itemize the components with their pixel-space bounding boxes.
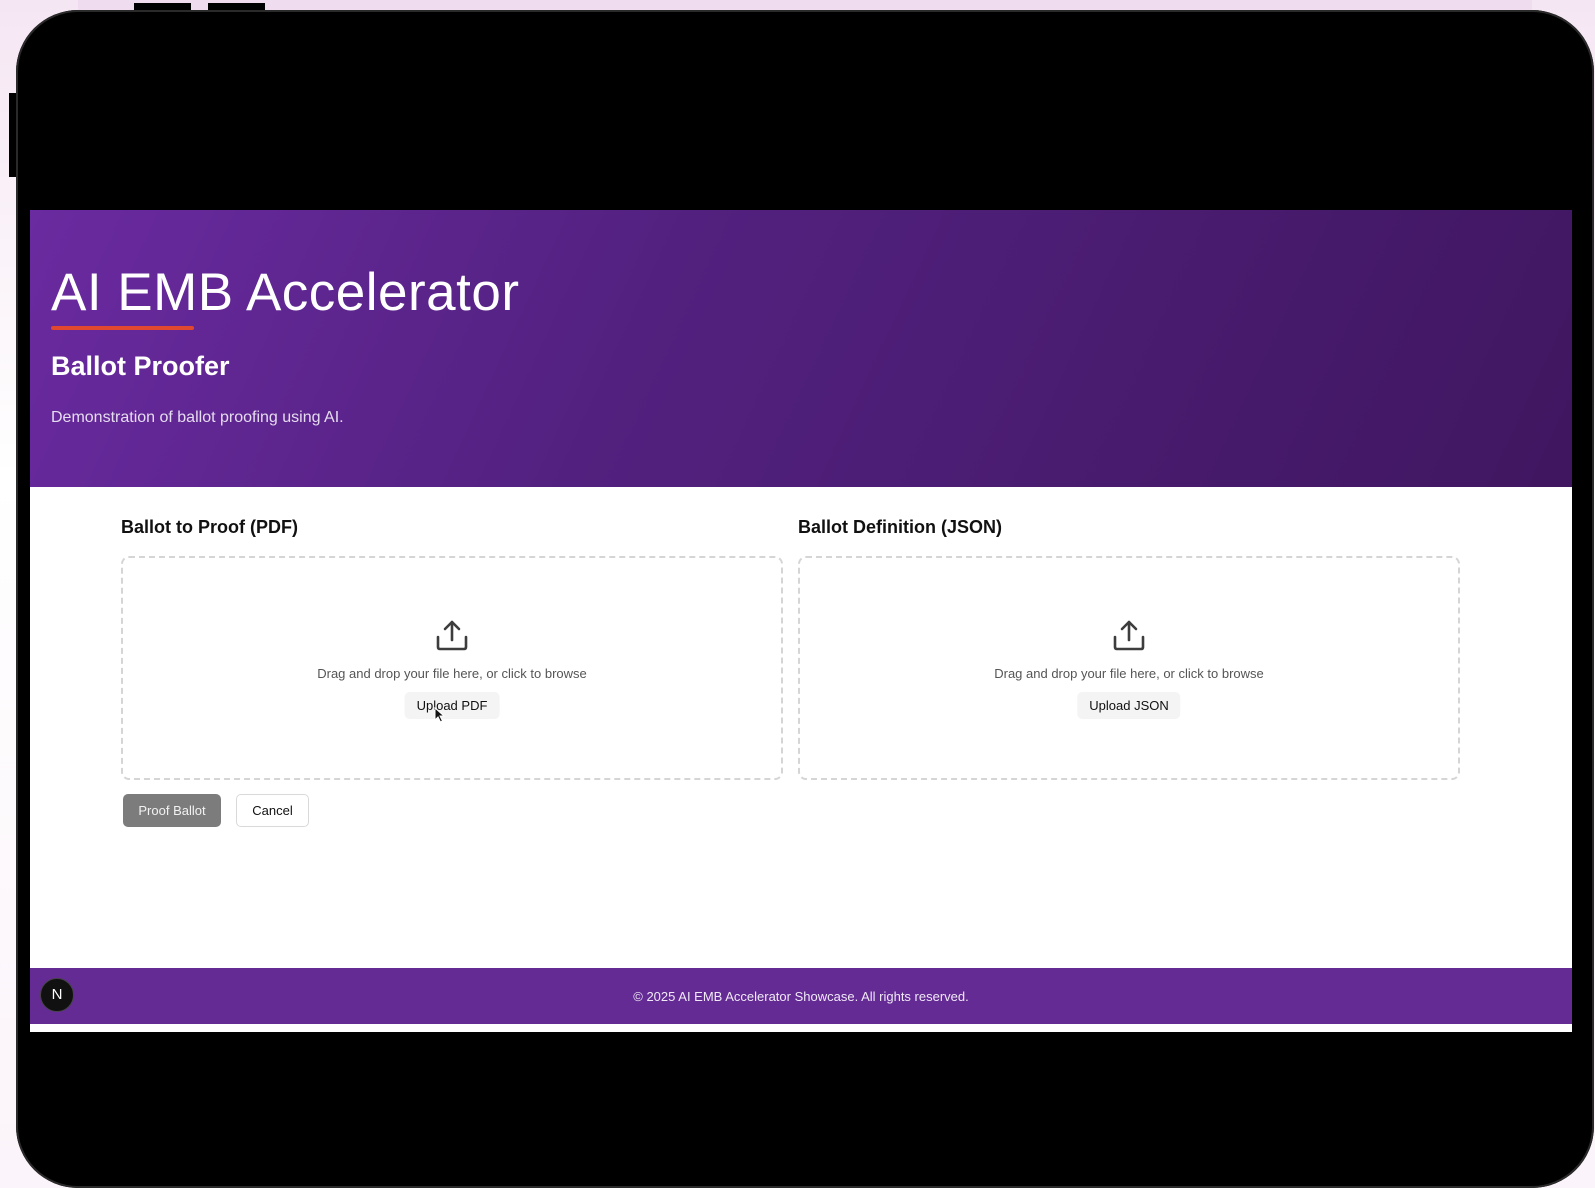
json-section-label: Ballot Definition (JSON)	[798, 517, 1002, 537]
hero-banner: AI EMB Accelerator Ballot Proofer Demons…	[30, 210, 1572, 487]
title-underline	[51, 326, 194, 330]
mouse-cursor-icon	[434, 707, 446, 723]
upload-icon	[436, 620, 468, 651]
app-screen: AI EMB Accelerator Ballot Proofer Demons…	[30, 210, 1572, 1032]
cancel-button[interactable]: Cancel	[236, 794, 309, 827]
upload-pdf-button[interactable]: Upload PDF	[404, 692, 500, 719]
json-drop-instructions: Drag and drop your file here, or click t…	[994, 666, 1264, 681]
copyright-text: © 2025 AI EMB Accelerator Showcase. All …	[633, 989, 969, 1004]
pdf-dropzone[interactable]: Drag and drop your file here, or click t…	[121, 556, 783, 780]
nextjs-dev-badge[interactable]: N	[40, 978, 74, 1012]
page-description: Demonstration of ballot proofing using A…	[51, 409, 344, 426]
page-title: Ballot Proofer	[51, 351, 230, 381]
pdf-drop-instructions: Drag and drop your file here, or click t…	[317, 666, 587, 681]
upload-json-button[interactable]: Upload JSON	[1077, 692, 1181, 719]
page-footer: © 2025 AI EMB Accelerator Showcase. All …	[30, 968, 1572, 1024]
app-title: AI EMB Accelerator	[51, 263, 520, 322]
proof-ballot-button[interactable]: Proof Ballot	[123, 794, 221, 827]
json-dropzone[interactable]: Drag and drop your file here, or click t…	[798, 556, 1460, 780]
pdf-section-label: Ballot to Proof (PDF)	[121, 517, 298, 537]
upload-icon	[1113, 620, 1145, 651]
browser-top-strip	[78, 0, 1532, 10]
